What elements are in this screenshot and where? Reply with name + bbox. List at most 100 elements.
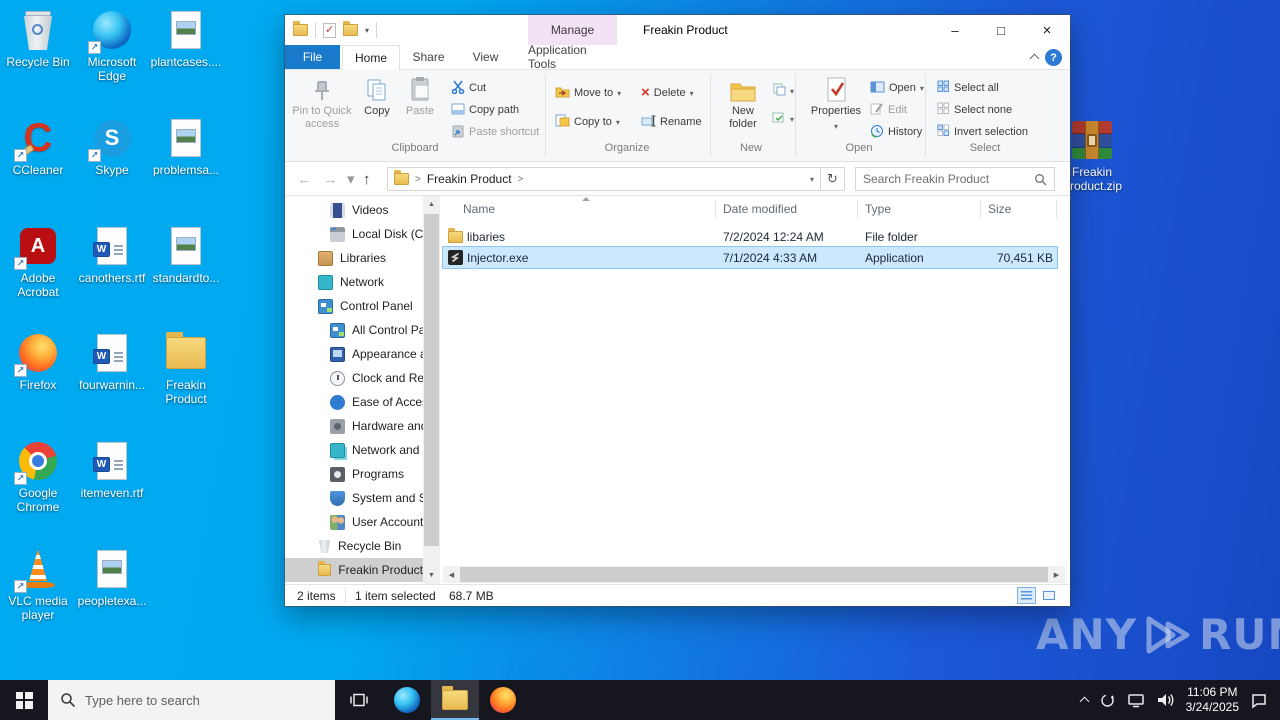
sidebar-item-freakin-product[interactable]: Freakin Product — [285, 558, 423, 582]
desktop-icon-fourwarnin[interactable]: W fourwarnin... — [74, 331, 150, 392]
tab-application-tools[interactable]: Application Tools — [528, 45, 617, 69]
rename-button[interactable]: Rename — [641, 113, 702, 131]
desktop-icon-standardto[interactable]: standardto... — [148, 224, 224, 285]
desktop-icon-recycle-bin[interactable]: Recycle Bin — [0, 8, 76, 69]
select-none-button[interactable]: Select none — [937, 101, 1012, 119]
desktop-icon-canothers[interactable]: W canothers.rtf — [74, 224, 150, 285]
sync-tray-icon[interactable] — [1099, 692, 1116, 709]
copy-to-button[interactable]: Copy to ▾ — [555, 113, 620, 131]
sidebar-item-ease-of-access[interactable]: Ease of Access — [285, 390, 423, 414]
tab-share[interactable]: Share — [400, 45, 457, 69]
thumbnails-view-button[interactable] — [1039, 587, 1058, 604]
desktop-icon-vlc[interactable]: ↗ VLC media player — [0, 547, 76, 622]
taskbar-search-input[interactable] — [85, 693, 323, 708]
column-header-size[interactable]: Size — [988, 202, 1011, 216]
sidebar-item-control-panel[interactable]: Control Panel — [285, 294, 423, 318]
tab-home[interactable]: Home — [342, 45, 400, 70]
scroll-right-icon[interactable]: ▶ — [1048, 571, 1065, 579]
move-to-button[interactable]: Move to ▾ — [555, 84, 621, 102]
desktop-icon-firefox[interactable]: ↗ Firefox — [0, 331, 76, 392]
column-header-name[interactable]: Name — [463, 202, 495, 216]
close-button[interactable]: × — [1024, 15, 1070, 45]
cut-button[interactable]: Cut — [451, 79, 486, 97]
scroll-down-icon[interactable]: ▼ — [423, 567, 440, 584]
forward-button[interactable]: → — [323, 162, 338, 196]
tray-expand-icon[interactable] — [1079, 697, 1089, 707]
edit-button[interactable]: Edit — [870, 101, 907, 119]
network-tray-icon[interactable] — [1127, 693, 1145, 708]
scrollbar-thumb[interactable] — [424, 214, 439, 546]
sidebar-item-libraries[interactable]: Libraries — [285, 246, 423, 270]
file-row-libaries[interactable]: libaries 7/2/2024 12:24 AM File folder — [443, 226, 1057, 247]
taskbar-file-explorer-button[interactable] — [431, 680, 479, 720]
sidebar-item-all-control-panel[interactable]: All Control Par — [285, 318, 423, 342]
copy-path-button[interactable]: Copy path — [451, 101, 519, 119]
qat-new-folder-icon[interactable] — [343, 24, 358, 36]
taskbar-edge-button[interactable] — [383, 680, 431, 720]
back-button[interactable]: ← — [297, 162, 312, 196]
taskbar-clock[interactable]: 11:06 PM 3/24/2025 — [1186, 685, 1239, 715]
desktop-icon-skype[interactable]: S↗ Skype — [74, 116, 150, 177]
address-breadcrumb[interactable]: > Freakin Product > ▾ — [387, 167, 821, 191]
refresh-button[interactable]: ↻ — [821, 167, 845, 191]
open-button[interactable]: Open ▾ — [870, 79, 924, 97]
desktop-icon-adobe[interactable]: A↗ Adobe Acrobat — [0, 224, 76, 299]
sidebar-item-videos[interactable]: Videos — [285, 198, 423, 222]
column-header-type[interactable]: Type — [865, 202, 891, 216]
desktop-icon-problemsa[interactable]: problemsa... — [148, 116, 224, 177]
desktop-icon-plantcases[interactable]: plantcases.... — [148, 8, 224, 69]
sidebar-item-system-security[interactable]: System and Se — [285, 486, 423, 510]
taskbar-firefox-button[interactable] — [479, 680, 527, 720]
select-all-button[interactable]: Select all — [937, 79, 999, 97]
sidebar-item-network[interactable]: Network — [285, 270, 423, 294]
new-folder-button[interactable]: New folder — [717, 75, 769, 139]
invert-selection-button[interactable]: Invert selection — [937, 123, 1028, 141]
scroll-left-icon[interactable]: ◀ — [443, 571, 460, 579]
sidebar-item-user-accounts[interactable]: User Accounts — [285, 510, 423, 534]
scroll-up-icon[interactable]: ▲ — [423, 196, 440, 213]
delete-button[interactable]: × Delete ▾ — [641, 84, 694, 102]
sidebar-item-programs[interactable]: Programs — [285, 462, 423, 486]
paste-shortcut-button[interactable]: Paste shortcut — [451, 123, 539, 141]
pin-to-quick-access-button[interactable]: Pin to Quick access — [291, 75, 353, 139]
sidebar-item-network-internet[interactable]: Network and Ir — [285, 438, 423, 462]
paste-button[interactable]: Paste — [399, 75, 441, 139]
scrollbar-thumb[interactable] — [460, 567, 1048, 582]
desktop-icon-peopletexa[interactable]: peopletexa... — [74, 547, 150, 608]
desktop-icon-edge[interactable]: ↗ Microsoft Edge — [74, 8, 150, 83]
recent-locations-caret-icon[interactable]: ▾ — [347, 162, 355, 196]
sidebar-item-clock-region[interactable]: Clock and Regi — [285, 366, 423, 390]
start-button[interactable] — [0, 680, 48, 720]
minimize-button[interactable]: – — [932, 15, 978, 45]
sidebar-scrollbar[interactable]: ▲ ▼ — [423, 196, 440, 584]
copy-button[interactable]: Copy — [357, 75, 397, 139]
desktop-icon-chrome[interactable]: ↗ Google Chrome — [0, 439, 76, 514]
new-item-button[interactable]: ▾ — [772, 82, 794, 100]
details-view-button[interactable] — [1017, 587, 1036, 604]
qat-customize-caret-icon[interactable]: ▾ — [365, 26, 369, 35]
task-view-button[interactable] — [335, 680, 383, 720]
desktop-icon-ccleaner[interactable]: C↗ CCleaner — [0, 116, 76, 177]
properties-button[interactable]: Properties ▾ — [807, 75, 865, 139]
address-dropdown-caret-icon[interactable]: ▾ — [810, 175, 814, 184]
tab-file[interactable]: File — [285, 45, 340, 69]
horizontal-scrollbar[interactable]: ◀ ▶ — [443, 566, 1065, 583]
volume-tray-icon[interactable] — [1156, 692, 1175, 708]
column-header-date[interactable]: Date modified — [723, 202, 797, 216]
qat-properties-icon[interactable]: ✓ — [323, 23, 336, 38]
sidebar-item-hardware[interactable]: Hardware and — [285, 414, 423, 438]
history-button[interactable]: History — [870, 123, 922, 141]
sidebar-item-local-disk[interactable]: Local Disk (C:) — [285, 222, 423, 246]
breadcrumb-path[interactable]: Freakin Product — [427, 172, 512, 186]
sidebar-item-recycle-bin[interactable]: Recycle Bin — [285, 534, 423, 558]
maximize-button[interactable]: □ — [978, 15, 1024, 45]
help-button[interactable]: ? — [1045, 49, 1062, 66]
file-row-injector-exe[interactable]: Injector.exe 7/1/2024 4:33 AM Applicatio… — [443, 247, 1057, 268]
tab-view[interactable]: View — [457, 45, 514, 69]
desktop-icon-freakin-product[interactable]: Freakin Product — [148, 331, 224, 406]
search-input[interactable] — [863, 172, 1028, 186]
desktop-icon-itemeven[interactable]: W itemeven.rtf — [74, 439, 150, 500]
action-center-icon[interactable] — [1250, 692, 1268, 709]
sidebar-item-appearance[interactable]: Appearance an — [285, 342, 423, 366]
up-button[interactable]: ↑ — [363, 162, 371, 196]
